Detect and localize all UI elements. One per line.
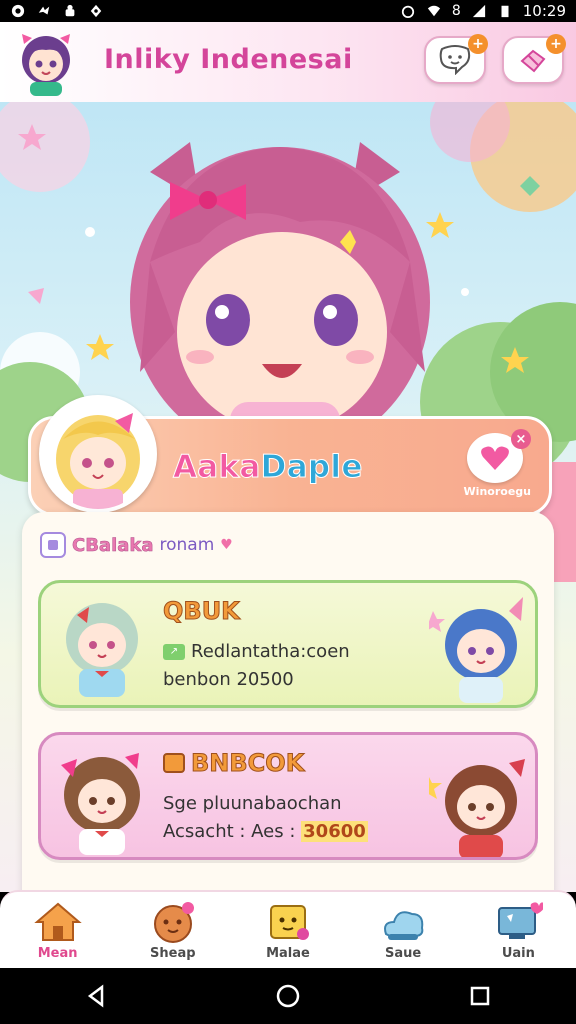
quest-description-text: Redlantatha:coen: [191, 641, 350, 662]
chat-button[interactable]: +: [424, 34, 488, 84]
quest-card[interactable]: BNBCOK Sge pluunabaochan Acsacht : Aes :…: [38, 732, 538, 860]
profile-name: AakaDaple: [173, 449, 363, 486]
quest-title: BNBCOK: [163, 749, 305, 778]
nav-book[interactable]: Malae: [243, 893, 333, 967]
profile-name-part1: Aaka: [173, 449, 261, 486]
home-system-button[interactable]: [268, 976, 308, 1016]
location-icon: [90, 4, 102, 18]
cloud-icon: [384, 910, 424, 940]
battery-icon: [501, 5, 509, 18]
status-bar: 8 10:29: [0, 0, 576, 22]
status-time: 10:29: [522, 2, 566, 20]
quest-detail: Acsacht : Aes : 30600: [163, 821, 368, 842]
quest-detail-value: 30600: [301, 821, 368, 842]
user-avatar-icon[interactable]: [10, 26, 82, 98]
section-title: CBalaka: [72, 534, 154, 556]
back-triangle-icon: [87, 984, 104, 1008]
chat-badge: +: [468, 34, 488, 54]
close-icon[interactable]: ×: [511, 429, 531, 449]
quest-description-text: Sge pluunabaochan: [163, 793, 342, 814]
section-icon: [40, 532, 66, 558]
quest-character-left-icon: [66, 603, 138, 697]
android-icon: [65, 4, 75, 17]
back-button[interactable]: [76, 976, 116, 1016]
quest-title-text: BNBCOK: [190, 749, 305, 778]
section-subtitle: ronam: [159, 535, 215, 555]
quest-description: ↗ Redlantatha:coen: [163, 641, 350, 662]
nav-label: Uain: [501, 945, 535, 961]
app-title: Inliky Indenesai: [104, 44, 353, 75]
cookie-icon: [153, 901, 194, 943]
heart-icon: [481, 446, 509, 470]
main-panel: CBalaka ronam ♥ QBUK ↗ Redlantatha:coen …: [22, 512, 554, 932]
nav-label: Mean: [37, 945, 78, 961]
quest-description: Sge pluunabaochan: [163, 793, 342, 814]
home-icon: [33, 902, 82, 941]
alarm-icon: [401, 5, 414, 18]
quest-title-text: QBUK: [163, 597, 241, 626]
nav-monitor[interactable]: Uain: [473, 893, 563, 967]
profile-avatar-icon: [43, 399, 153, 509]
nav-shop[interactable]: Sheap: [128, 893, 218, 967]
status-left-icons: [10, 4, 104, 18]
app-header: Inliky Indenesai + +: [0, 22, 576, 102]
profile-name-part2: Daple: [260, 449, 363, 486]
box-icon: [163, 753, 185, 773]
recents-square-icon: [470, 986, 490, 1006]
profile-avatar[interactable]: [39, 395, 157, 513]
book-icon: [269, 904, 309, 940]
nav-label: Saue: [385, 945, 422, 961]
wifi-icon: [427, 5, 440, 17]
section-heart-icon: ♥: [220, 537, 233, 553]
chat-bubble-icon: [439, 45, 471, 75]
quest-chip-icon: ↗: [163, 643, 185, 660]
gift-badge: +: [546, 34, 566, 54]
nav-save[interactable]: Saue: [358, 893, 448, 967]
home-circle-icon: [276, 984, 300, 1008]
status-right-icons: 8 10:29: [400, 2, 566, 20]
quest-detail: benbon 20500: [163, 669, 294, 690]
app-notification-icon: [11, 4, 25, 18]
like-caption: Winoroegu: [463, 485, 531, 498]
quest-title: QBUK: [163, 597, 241, 626]
battery-text: 8: [451, 3, 461, 19]
nav-label: Sheap: [150, 945, 196, 961]
nav-label: Malae: [266, 945, 310, 961]
nav-home[interactable]: Mean: [13, 893, 103, 967]
gift-icon: [520, 49, 546, 73]
quest-character-right-icon: [429, 759, 525, 857]
quest-card[interactable]: QBUK ↗ Redlantatha:coen benbon 20500: [38, 580, 538, 708]
section-header: CBalaka ronam ♥: [40, 532, 233, 558]
puzzle-icon: [38, 6, 50, 15]
quest-detail-label: Acsacht : Aes :: [163, 821, 296, 842]
quest-character-right-icon: [429, 597, 523, 703]
recents-button[interactable]: [460, 976, 500, 1016]
signal-icon: [472, 4, 485, 18]
profile-card[interactable]: AakaDaple × Winoroegu: [28, 395, 552, 516]
system-navigation-bar: [0, 968, 576, 1024]
bottom-navigation: Mean Sheap Malae Saue Uain: [0, 890, 576, 968]
monitor-icon: [498, 901, 544, 939]
gift-button[interactable]: +: [502, 34, 566, 84]
quest-character-left-icon: [61, 753, 140, 855]
